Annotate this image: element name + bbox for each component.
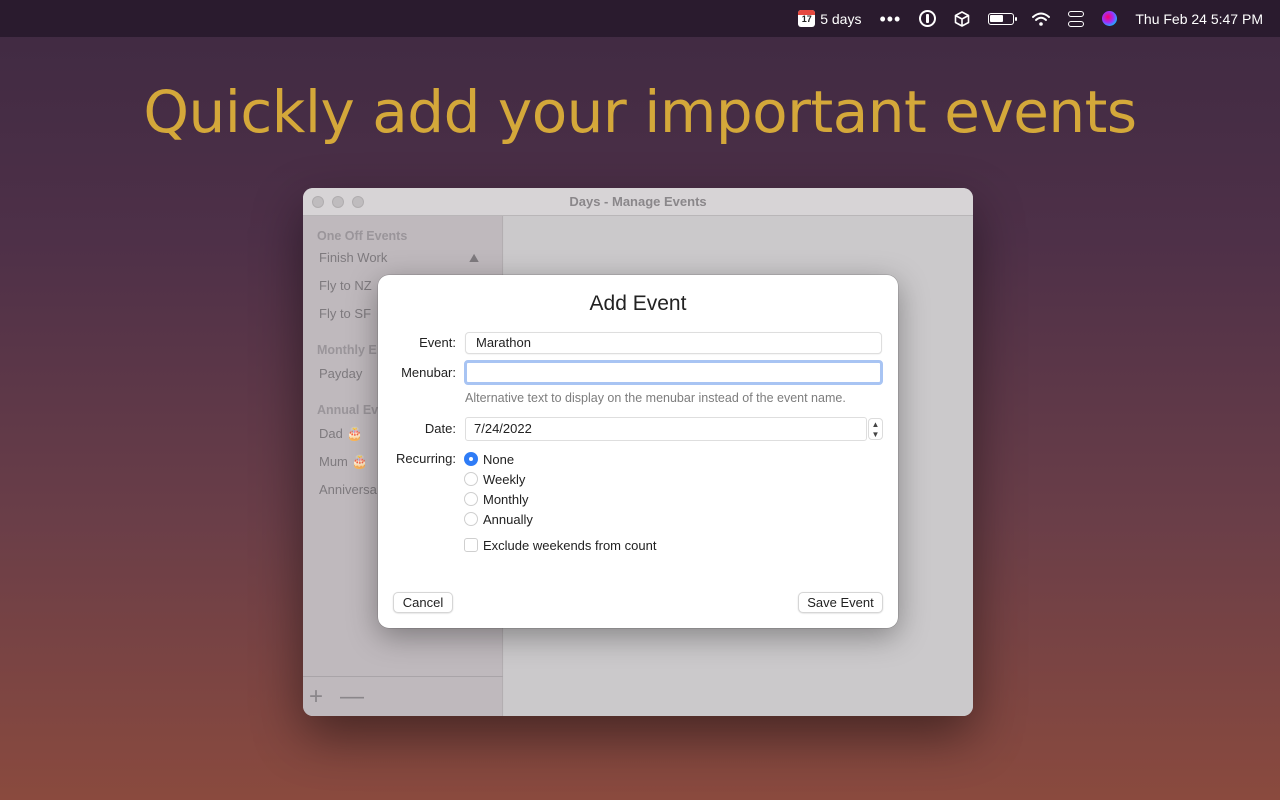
- days-countdown-label: 5 days: [820, 10, 862, 27]
- battery-icon: [988, 12, 1018, 25]
- radio-button[interactable]: [464, 512, 478, 526]
- date-label: Date:: [424, 421, 456, 436]
- cancel-button[interactable]: Cancel: [393, 592, 453, 613]
- stepper-up-icon[interactable]: ▲: [869, 420, 882, 430]
- control-center-icon: [1068, 10, 1085, 27]
- minimize-window-button[interactable]: [332, 196, 344, 208]
- menubar: 17 5 days ••• Thu Feb 24 5:47 PM: [0, 0, 1280, 37]
- control-center-menu[interactable]: [1068, 0, 1085, 37]
- add-event-dialog: Add Event Event: Marathon Menubar: Alter…: [378, 275, 898, 628]
- menubar-hint: Alternative text to display on the menub…: [465, 391, 846, 405]
- sidebar-footer: + —: [303, 676, 503, 716]
- event-label: Event:: [419, 335, 456, 350]
- add-event-button[interactable]: +: [309, 683, 323, 711]
- menubar-text-field[interactable]: [464, 360, 883, 385]
- sidebar-item[interactable]: Finish Work ⛰: [303, 244, 502, 272]
- radio-button[interactable]: [464, 472, 478, 486]
- more-dots-icon: •••: [879, 8, 902, 29]
- mountain-icon: ⛰: [469, 251, 480, 265]
- recurring-option-none[interactable]: None: [464, 450, 514, 468]
- stepper-down-icon[interactable]: ▼: [869, 430, 882, 440]
- more-menu[interactable]: •••: [879, 0, 901, 37]
- days-menubar-extra[interactable]: 17 5 days: [798, 0, 861, 37]
- section-title-one-off: One Off Events: [317, 229, 408, 243]
- wifi-icon: [1032, 12, 1051, 26]
- remove-event-button[interactable]: —: [340, 683, 364, 711]
- close-window-button[interactable]: [312, 196, 324, 208]
- window-titlebar: Days - Manage Events: [303, 188, 973, 216]
- battery-menu[interactable]: [988, 0, 1018, 37]
- event-name-field[interactable]: Marathon: [465, 332, 882, 354]
- recurring-option-annually[interactable]: Annually: [464, 510, 533, 528]
- traffic-lights: [312, 196, 372, 208]
- date-field[interactable]: 7/24/2022: [465, 417, 867, 441]
- zoom-window-button[interactable]: [352, 196, 364, 208]
- password-manager-menu[interactable]: [919, 0, 937, 37]
- recurring-option-weekly[interactable]: Weekly: [464, 470, 525, 488]
- radio-button[interactable]: [464, 452, 478, 466]
- dialog-title: Add Event: [589, 292, 687, 315]
- window-title: Days - Manage Events: [569, 194, 707, 209]
- box-icon: [955, 10, 970, 27]
- wifi-menu[interactable]: [1032, 0, 1051, 37]
- package-menu[interactable]: [954, 0, 970, 37]
- menubar-clock[interactable]: Thu Feb 24 5:47 PM: [1135, 0, 1263, 37]
- siri-icon: [1102, 11, 1118, 26]
- save-event-button[interactable]: Save Event: [798, 592, 883, 613]
- recurring-option-monthly[interactable]: Monthly: [464, 490, 529, 508]
- keyhole-icon: [919, 10, 937, 27]
- exclude-weekends-option[interactable]: Exclude weekends from count: [464, 536, 656, 554]
- date-stepper[interactable]: ▲ ▼: [868, 418, 883, 440]
- recurring-label: Recurring:: [396, 451, 456, 466]
- headline: Quickly add your important events: [143, 78, 1137, 146]
- radio-button[interactable]: [464, 492, 478, 506]
- exclude-weekends-checkbox[interactable]: [464, 538, 478, 552]
- calendar-icon: 17: [798, 10, 816, 27]
- siri-menu[interactable]: [1102, 0, 1118, 37]
- menubar-label: Menubar:: [401, 365, 456, 380]
